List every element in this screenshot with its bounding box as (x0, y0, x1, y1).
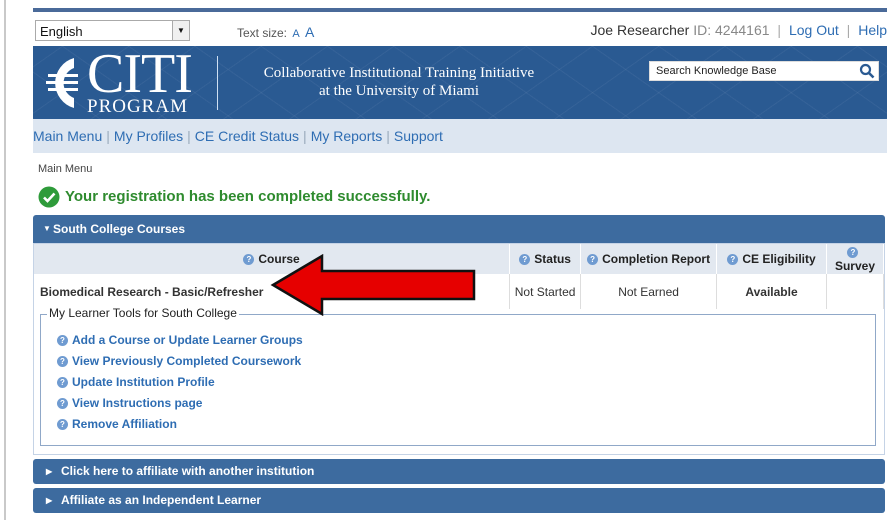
add-course-link[interactable]: ? Add a Course or Update Learner Groups (57, 330, 303, 351)
completion-report-column-header[interactable]: ? Completion Report (580, 244, 718, 274)
nav-main-menu[interactable]: Main Menu (33, 128, 106, 144)
nav-ce-credit-status[interactable]: CE Credit Status (191, 128, 303, 144)
main-nav: Main Menu | My Profiles | CE Credit Status | M… (33, 119, 887, 153)
ce-eligibility-link[interactable]: Available (716, 274, 827, 309)
window-border (4, 0, 6, 520)
divider: | (777, 22, 782, 38)
affiliate-other-institution-button[interactable]: ▶ Click here to affiliate with another i… (33, 459, 885, 484)
help-icon: ? (57, 335, 68, 347)
help-icon[interactable]: ? (847, 247, 859, 259)
view-instructions-link[interactable]: ? View Instructions page (57, 393, 303, 414)
search-icon[interactable] (859, 63, 875, 79)
affiliate-independent-button[interactable]: ▶ Affiliate as an Independent Learner (33, 488, 885, 513)
user-name: Joe Researcher (590, 22, 690, 38)
affiliate-independent-label: Affiliate as an Independent Learner (61, 493, 262, 507)
ce-eligibility-column-header[interactable]: ? CE Eligibility (716, 244, 827, 274)
update-institution-profile-link[interactable]: ? Update Institution Profile (57, 372, 303, 393)
success-text: Your registration has been completed suc… (65, 188, 431, 205)
language-value: English (40, 24, 83, 39)
chevron-down-icon[interactable]: ▼ (172, 20, 190, 41)
user-bar: Joe Researcher ID: 4244161 | Log Out | H… (591, 22, 887, 38)
header-banner: CITI PROGRAM Collaborative Institutional… (33, 46, 887, 119)
text-size-large-button[interactable]: A (305, 24, 314, 40)
citi-globe-logo-icon (46, 58, 78, 108)
learner-tools-fieldset: My Learner Tools for South College ? Add … (40, 306, 876, 446)
help-icon[interactable]: ? (587, 254, 599, 266)
triangle-down-icon: ▼ (43, 224, 51, 233)
help-icon: ? (57, 398, 68, 410)
nav-support[interactable]: Support (390, 128, 447, 144)
courses-panel-header[interactable]: ▼ South College Courses (33, 215, 885, 243)
search-input[interactable]: Search Knowledge Base (649, 61, 879, 81)
help-icon: ? (57, 377, 68, 389)
search-placeholder: Search Knowledge Base (656, 65, 777, 77)
breadcrumb: Main Menu (38, 163, 93, 175)
nav-my-profiles[interactable]: My Profiles (110, 128, 187, 144)
help-icon: ? (57, 419, 68, 431)
survey-cell (826, 274, 885, 309)
text-size-label: Text size: (237, 26, 288, 40)
courses-panel-title: South College Courses (53, 222, 186, 236)
status-column-header[interactable]: ? Status (509, 244, 582, 274)
logo-subtext: PROGRAM (87, 96, 188, 117)
red-arrow-annotation (270, 254, 476, 316)
text-size-small-button[interactable]: A (292, 28, 299, 40)
check-circle-icon (38, 186, 60, 208)
logo-divider (217, 56, 218, 110)
logo-text: CITI (87, 46, 193, 105)
survey-column-header[interactable]: ?Survey (826, 244, 885, 274)
help-link[interactable]: Help (858, 22, 887, 38)
remove-affiliation-link[interactable]: ? Remove Affiliation (57, 414, 303, 435)
nav-my-reports[interactable]: My Reports (307, 128, 387, 144)
triangle-right-icon: ▶ (46, 496, 53, 505)
institution-line-2: at the University of Miami (319, 83, 479, 99)
success-message: Your registration has been completed suc… (38, 186, 430, 208)
view-completed-coursework-link[interactable]: ? View Previously Completed Coursework (57, 351, 303, 372)
completion-cell: Not Earned (580, 274, 718, 309)
triangle-right-icon: ▶ (46, 467, 53, 476)
language-select[interactable]: English ▼ (35, 20, 190, 41)
user-id: ID: 4244161 (693, 22, 770, 38)
institution-line-1: Collaborative Institutional Training Ini… (263, 65, 535, 81)
logout-link[interactable]: Log Out (789, 22, 839, 38)
help-icon: ? (57, 356, 68, 368)
help-icon[interactable]: ? (727, 254, 739, 266)
divider: | (846, 22, 851, 38)
help-icon[interactable]: ? (243, 254, 255, 266)
learner-tools-legend: My Learner Tools for South College (47, 306, 239, 320)
institution-title: Collaborative Institutional Training Ini… (229, 64, 569, 100)
affiliate-other-label: Click here to affiliate with another ins… (61, 464, 315, 478)
top-toolbar: English ▼ Text size: A A Joe Researcher … (33, 12, 887, 44)
help-icon[interactable]: ? (519, 254, 531, 266)
status-cell: Not Started (509, 274, 582, 309)
text-size-control: Text size: A A (237, 24, 314, 40)
